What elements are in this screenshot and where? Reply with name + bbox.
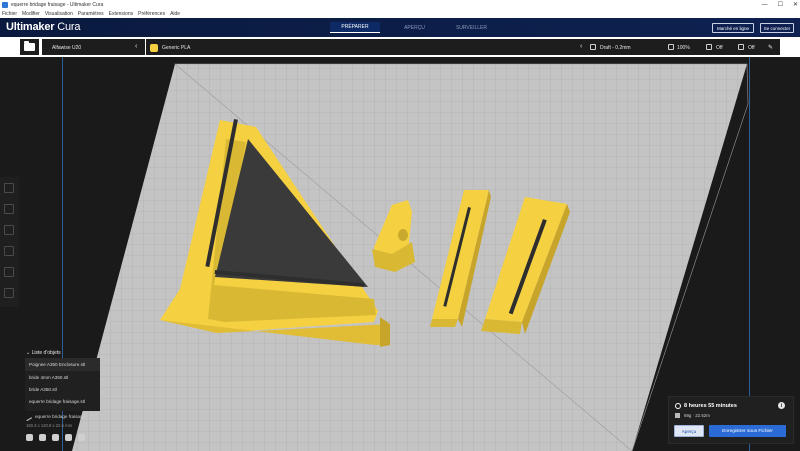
- view-3d-icon[interactable]: [26, 434, 33, 441]
- list-item[interactable]: bride 4mm A350.stl: [29, 375, 68, 380]
- support-blocker-icon[interactable]: [4, 288, 14, 298]
- logo-light: Cura: [57, 21, 81, 33]
- print-settings-bar[interactable]: Generic PLA ‹ Draft - 0.2mm 100% Off Off…: [146, 39, 780, 55]
- adhesion-value: Off: [748, 45, 755, 51]
- chevron-down-icon: ⌄: [26, 350, 31, 356]
- material-usage-icon: [675, 413, 680, 418]
- window-title: equerre bridage fraisage - Ultimaker Cur…: [11, 2, 104, 8]
- adhesion-icon: [738, 44, 744, 50]
- printer-name: Alfawise U20: [52, 45, 82, 51]
- tab-apercu[interactable]: APERÇU: [392, 22, 437, 33]
- view-top-icon[interactable]: [52, 434, 59, 441]
- model-dimensions: 150.3 x 120.8 x 22.5 mm: [26, 423, 73, 428]
- cura-window: equerre bridage fraisage - Ultimaker Cur…: [0, 0, 800, 451]
- print-summary-panel: 8 heures 55 minutes i 69g · 22.52m Aperç…: [668, 396, 794, 444]
- marketplace-button[interactable]: Marché en ligne: [712, 23, 754, 33]
- left-tool-strip: [0, 177, 19, 307]
- menu-fichier[interactable]: Fichier: [2, 11, 17, 17]
- chevron-left-icon: ‹: [135, 43, 138, 50]
- menu-aide[interactable]: Aide: [170, 11, 180, 17]
- info-icon[interactable]: i: [778, 402, 785, 409]
- menu-parametres[interactable]: Paramètres: [78, 11, 104, 17]
- open-file-button[interactable]: [20, 39, 39, 55]
- maximize-button[interactable]: ☐: [778, 1, 783, 9]
- chevron-left-icon: ‹: [580, 43, 583, 50]
- object-list: Poignee A350 Enclosure.stl bride 4mm A35…: [25, 358, 100, 411]
- infill-icon: [668, 44, 674, 50]
- menu-preferences[interactable]: Préférences: [138, 11, 165, 17]
- tab-surveiller[interactable]: SURVEILLER: [449, 22, 494, 33]
- save-to-file-button[interactable]: Enregistrer sous Fichier: [709, 425, 786, 437]
- app-header: Ultimaker Cura PRÉPARER APERÇU SURVEILLE…: [0, 18, 800, 37]
- material-usage: 69g · 22.52m: [684, 413, 710, 418]
- menu-visualisation[interactable]: Visualisation: [45, 11, 73, 17]
- menu-modifier[interactable]: Modifier: [22, 11, 40, 17]
- view-orientation-buttons: [26, 434, 85, 441]
- view-guide-right: [749, 57, 750, 451]
- 3d-viewport[interactable]: [0, 57, 800, 451]
- stage-tabs: PRÉPARER APERÇU SURVEILLER: [330, 22, 506, 33]
- clock-icon: [675, 403, 681, 409]
- per-model-settings-icon[interactable]: [4, 267, 14, 277]
- cura-app-icon: [2, 2, 8, 8]
- object-list-toggle[interactable]: ⌄ Liste d'objets: [26, 350, 61, 356]
- rotate-tool-icon[interactable]: [4, 225, 14, 235]
- window-controls: — ☐ ✕: [762, 1, 798, 9]
- move-tool-icon[interactable]: [4, 183, 14, 193]
- support-icon: [706, 44, 712, 50]
- list-item[interactable]: equerre bridage fraisage.stl: [29, 399, 85, 404]
- material-name: Generic PLA: [162, 45, 191, 51]
- preview-button[interactable]: Aperçu: [674, 425, 704, 437]
- view-left-icon[interactable]: [65, 434, 72, 441]
- folder-icon: [24, 41, 35, 51]
- support-value: Off: [716, 45, 723, 51]
- view-front-icon[interactable]: [39, 434, 46, 441]
- profile-icon: [590, 44, 596, 50]
- view-right-icon[interactable]: [78, 434, 85, 441]
- list-item[interactable]: bride A350.stl: [29, 387, 57, 392]
- title-bar: equerre bridage fraisage - Ultimaker Cur…: [0, 0, 800, 10]
- infill-value: 100%: [677, 45, 690, 51]
- mirror-tool-icon[interactable]: [4, 246, 14, 256]
- signin-button[interactable]: Se connecter: [760, 23, 794, 33]
- list-item[interactable]: Poignee A350 Enclosure.stl: [25, 358, 100, 371]
- print-time: 8 heures 55 minutes: [684, 403, 737, 409]
- close-button[interactable]: ✕: [793, 1, 798, 9]
- minimize-button[interactable]: —: [762, 1, 768, 9]
- menu-bar: Fichier Modifier Visualisation Paramètre…: [0, 10, 800, 18]
- menu-extensions[interactable]: Extensions: [109, 11, 133, 17]
- object-list-title: Liste d'objets: [31, 350, 61, 356]
- profile-name: Draft - 0.2mm: [600, 45, 631, 51]
- build-plate-scene: [72, 63, 749, 451]
- ultimaker-cura-logo: Ultimaker Cura: [6, 21, 80, 33]
- project-name[interactable]: equerre bridage fraisage: [35, 414, 85, 419]
- pencil-icon: ✎: [768, 45, 774, 51]
- logo-bold: Ultimaker: [6, 21, 55, 33]
- tab-preparer[interactable]: PRÉPARER: [330, 22, 380, 33]
- material-spool-icon: [150, 44, 158, 52]
- main-toolbar: Alfawise U20 ‹ Generic PLA ‹ Draft - 0.2…: [0, 37, 800, 57]
- scale-tool-icon[interactable]: [4, 204, 14, 214]
- printer-selector[interactable]: Alfawise U20 ‹: [42, 39, 145, 55]
